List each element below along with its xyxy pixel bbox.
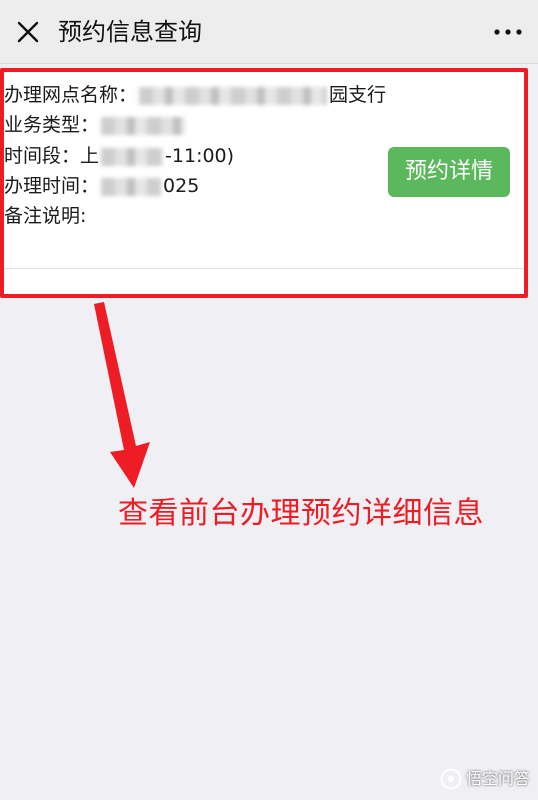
watermark-logo-icon bbox=[440, 768, 462, 790]
annotation-arrow-icon bbox=[94, 302, 150, 488]
page-title: 预约信息查询 bbox=[58, 18, 202, 46]
title-bar: 预约信息查询 bbox=[0, 0, 538, 64]
more-options-button[interactable] bbox=[490, 16, 526, 48]
annotation-text: 查看前台办理预约详细信息 bbox=[118, 496, 484, 531]
close-button[interactable] bbox=[10, 14, 46, 50]
watermark: 悟空问答 bbox=[440, 766, 530, 792]
more-dots-icon bbox=[494, 29, 522, 35]
watermark-text: 悟空问答 bbox=[465, 769, 530, 788]
close-icon bbox=[17, 21, 39, 43]
highlight-annotation-box bbox=[0, 68, 528, 298]
